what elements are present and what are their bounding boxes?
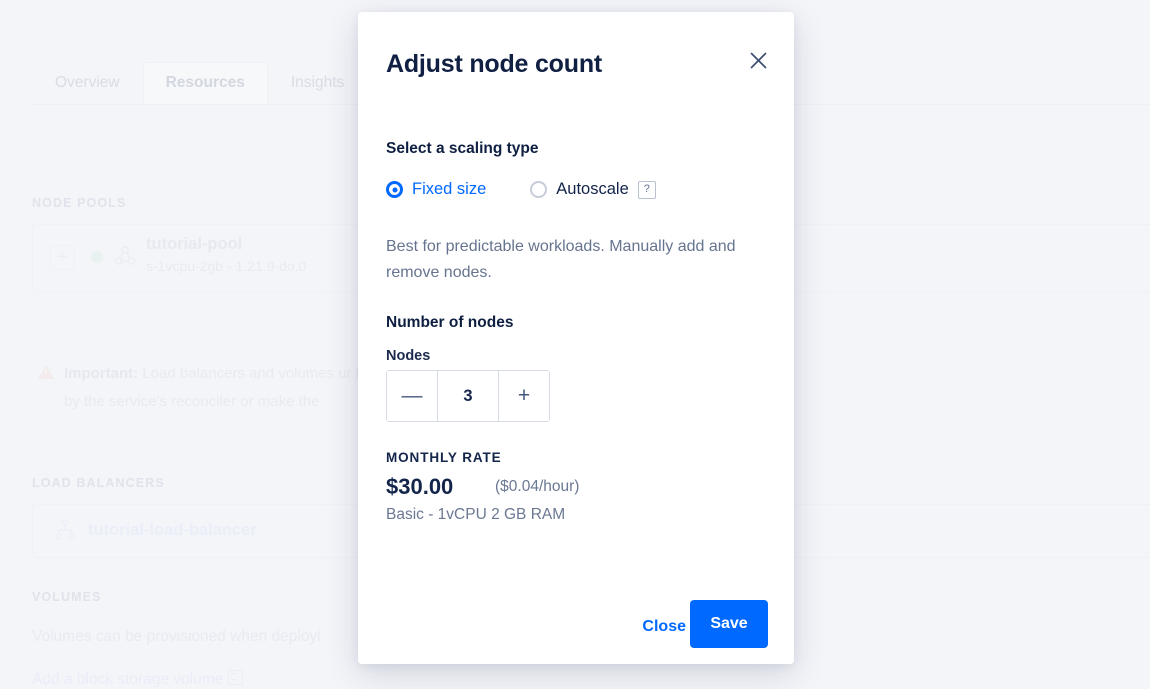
number-of-nodes-heading: Number of nodes [386,314,514,331]
decrement-nodes-button[interactable]: — [387,371,438,421]
scaling-type-radio-group: Fixed size Autoscale ? [386,180,656,199]
adjust-node-count-dialog: Adjust node count Select a scaling type … [358,12,794,664]
nodes-field-label: Nodes [386,348,431,364]
radio-autoscale-label: Autoscale [556,180,629,198]
node-count-input[interactable] [438,371,498,421]
radio-dot-icon [530,181,548,198]
save-button[interactable]: Save [690,600,768,648]
node-count-stepper: — + [386,370,550,422]
monthly-rate-amount: $30.00 [386,474,454,499]
radio-fixed-size-label: Fixed size [412,180,487,198]
hourly-rate: ($0.04/hour) [495,478,580,495]
plan-description: Basic - 1vCPU 2 GB RAM [386,506,566,523]
monthly-rate-label: MONTHLY RATE [386,450,502,465]
modal-scrim: Adjust node count Select a scaling type … [0,0,1150,684]
radio-autoscale[interactable]: Autoscale [530,180,629,199]
dialog-title: Adjust node count [386,50,603,78]
scaling-type-description: Best for predictable workloads. Manually… [386,238,736,281]
increment-nodes-button[interactable]: + [498,371,549,421]
help-icon[interactable]: ? [637,180,656,199]
radio-dot-icon [386,181,403,198]
radio-fixed-size[interactable]: Fixed size [386,180,486,199]
close-icon[interactable] [744,48,772,76]
scaling-type-label: Select a scaling type [386,140,539,157]
close-button[interactable]: Close [638,612,690,642]
